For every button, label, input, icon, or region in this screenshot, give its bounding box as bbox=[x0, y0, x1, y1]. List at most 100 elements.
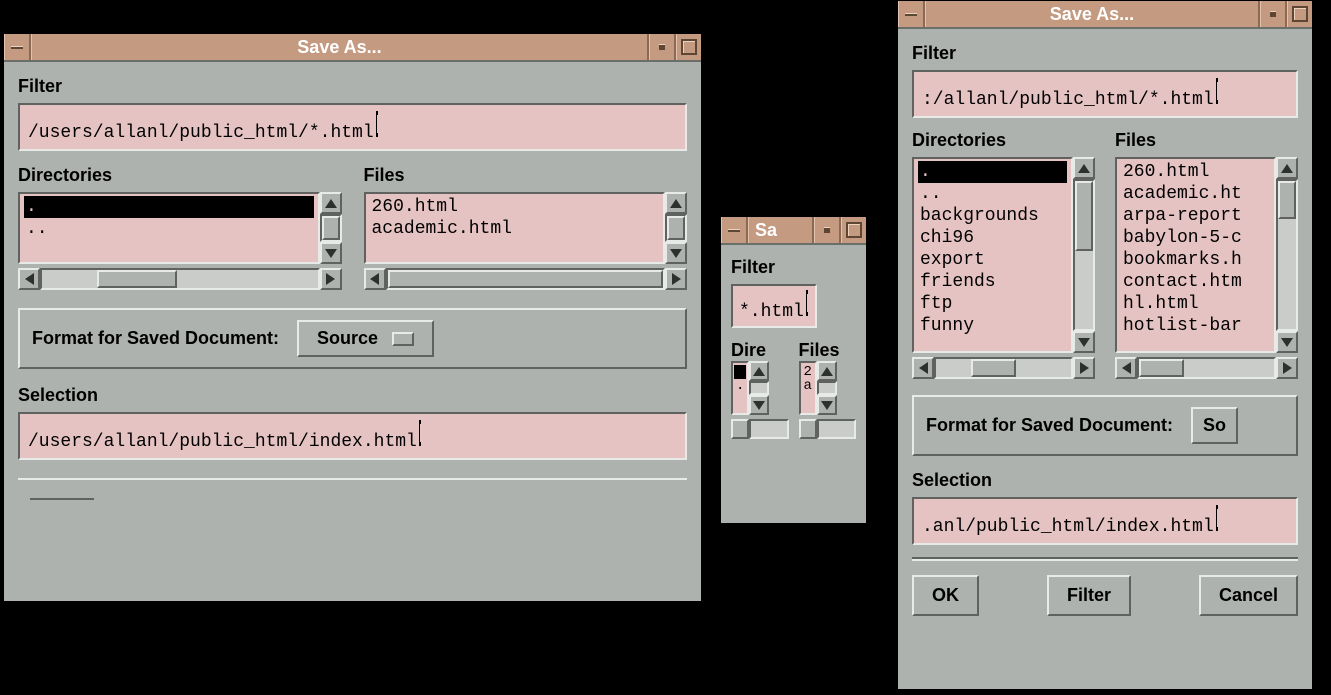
titlebar[interactable]: Save As... bbox=[4, 34, 701, 62]
selection-input[interactable]: /users/allanl/public_html/index.html bbox=[18, 412, 687, 460]
list-item[interactable]: contact.htm bbox=[1121, 271, 1270, 293]
scroll-up-icon[interactable] bbox=[320, 192, 342, 214]
scroll-down-icon[interactable] bbox=[320, 242, 342, 264]
directories-vscroll[interactable] bbox=[1073, 157, 1095, 353]
window-title: Save As... bbox=[925, 1, 1260, 27]
files-label: Files bbox=[1115, 130, 1298, 151]
save-as-dialog-large: Save As... Filter /users/allanl/public_h… bbox=[3, 33, 702, 602]
format-dropdown[interactable]: Source bbox=[297, 320, 434, 357]
scroll-up-icon[interactable] bbox=[1073, 157, 1095, 179]
files-hscroll[interactable] bbox=[364, 268, 688, 290]
format-panel: Format for Saved Document: So bbox=[912, 395, 1298, 456]
files-vscroll[interactable] bbox=[817, 361, 837, 415]
scroll-right-icon[interactable] bbox=[1073, 357, 1095, 379]
list-item[interactable]: funny bbox=[918, 315, 1067, 337]
maximize-icon[interactable] bbox=[676, 34, 701, 60]
directories-hscroll[interactable] bbox=[18, 268, 342, 290]
files-vscroll[interactable] bbox=[1276, 157, 1298, 353]
filter-input[interactable]: *.html bbox=[731, 284, 817, 328]
files-hscroll[interactable] bbox=[799, 419, 857, 439]
window-title: Sa bbox=[748, 217, 814, 243]
window-menu-icon[interactable] bbox=[721, 217, 748, 243]
list-item[interactable]: academic.html bbox=[370, 218, 660, 240]
filter-button[interactable]: Filter bbox=[1047, 575, 1131, 616]
dialog-footer bbox=[18, 478, 687, 508]
list-item[interactable]: . bbox=[24, 196, 314, 218]
maximize-icon[interactable] bbox=[1287, 1, 1312, 27]
list-item[interactable]: 260.html bbox=[1121, 161, 1270, 183]
list-item[interactable]: chi96 bbox=[918, 227, 1067, 249]
scroll-left-icon[interactable] bbox=[799, 419, 817, 439]
scroll-right-icon[interactable] bbox=[665, 268, 687, 290]
scroll-left-icon[interactable] bbox=[18, 268, 40, 290]
files-list[interactable]: 260.htmlacademic.html bbox=[364, 192, 666, 264]
list-item[interactable]: hl.html bbox=[1121, 293, 1270, 315]
scroll-down-icon[interactable] bbox=[1276, 331, 1298, 353]
files-label: Files bbox=[799, 340, 857, 361]
scroll-up-icon[interactable] bbox=[1276, 157, 1298, 179]
list-item[interactable]: babylon-5-c bbox=[1121, 227, 1270, 249]
directories-hscroll[interactable] bbox=[912, 357, 1095, 379]
filter-label: Filter bbox=[912, 43, 1298, 64]
save-as-dialog-tall: Save As... Filter :/allanl/public_html/*… bbox=[897, 0, 1313, 690]
selection-label: Selection bbox=[18, 385, 687, 406]
scroll-down-icon[interactable] bbox=[749, 395, 769, 415]
files-list[interactable]: 260.htmlacademic.htarpa-reportbabylon-5-… bbox=[1115, 157, 1276, 353]
scroll-up-icon[interactable] bbox=[665, 192, 687, 214]
format-dropdown[interactable]: So bbox=[1191, 407, 1238, 444]
directories-list[interactable]: . bbox=[731, 361, 749, 415]
directories-label: Directories bbox=[18, 165, 342, 186]
scroll-right-icon[interactable] bbox=[1276, 357, 1298, 379]
directories-vscroll[interactable] bbox=[749, 361, 769, 415]
list-item[interactable]: backgrounds bbox=[918, 205, 1067, 227]
format-value: So bbox=[1203, 415, 1226, 436]
scroll-up-icon[interactable] bbox=[749, 361, 769, 381]
format-label: Format for Saved Document: bbox=[926, 415, 1173, 436]
titlebar[interactable]: Sa bbox=[721, 217, 866, 245]
list-item[interactable]: .. bbox=[918, 183, 1067, 205]
maximize-icon[interactable] bbox=[841, 217, 866, 243]
minimize-icon[interactable] bbox=[814, 217, 841, 243]
scroll-left-icon[interactable] bbox=[364, 268, 386, 290]
save-as-dialog-tiny: Sa Filter *.html Dire . bbox=[720, 216, 867, 524]
titlebar[interactable]: Save As... bbox=[898, 1, 1312, 29]
minimize-icon[interactable] bbox=[649, 34, 676, 60]
minimize-icon[interactable] bbox=[1260, 1, 1287, 27]
list-item[interactable]: bookmarks.h bbox=[1121, 249, 1270, 271]
list-item[interactable]: ftp bbox=[918, 293, 1067, 315]
window-menu-icon[interactable] bbox=[4, 34, 31, 60]
list-item[interactable]: arpa-report bbox=[1121, 205, 1270, 227]
directories-hscroll[interactable] bbox=[731, 419, 789, 439]
list-item[interactable]: academic.ht bbox=[1121, 183, 1270, 205]
format-value: Source bbox=[317, 328, 378, 349]
scroll-up-icon[interactable] bbox=[817, 361, 837, 381]
filter-input[interactable]: :/allanl/public_html/*.html bbox=[912, 70, 1298, 118]
directories-vscroll[interactable] bbox=[320, 192, 342, 264]
filter-input[interactable]: /users/allanl/public_html/*.html bbox=[18, 103, 687, 151]
format-panel: Format for Saved Document: Source bbox=[18, 308, 687, 369]
list-item[interactable]: 260.html bbox=[370, 196, 660, 218]
cancel-button[interactable]: Cancel bbox=[1199, 575, 1298, 616]
scroll-right-icon[interactable] bbox=[320, 268, 342, 290]
files-hscroll[interactable] bbox=[1115, 357, 1298, 379]
selection-input[interactable]: .anl/public_html/index.html bbox=[912, 497, 1298, 545]
scroll-down-icon[interactable] bbox=[665, 242, 687, 264]
files-list[interactable]: 2 a bbox=[799, 361, 817, 415]
scroll-left-icon[interactable] bbox=[1115, 357, 1137, 379]
window-menu-icon[interactable] bbox=[898, 1, 925, 27]
list-item[interactable]: .. bbox=[24, 218, 314, 240]
list-item[interactable]: friends bbox=[918, 271, 1067, 293]
files-vscroll[interactable] bbox=[665, 192, 687, 264]
list-item[interactable]: . bbox=[918, 161, 1067, 183]
directories-list[interactable]: ... bbox=[18, 192, 320, 264]
option-menu-icon bbox=[392, 332, 414, 346]
list-item[interactable]: export bbox=[918, 249, 1067, 271]
scroll-down-icon[interactable] bbox=[817, 395, 837, 415]
list-item[interactable]: hotlist-bar bbox=[1121, 315, 1270, 337]
filter-label: Filter bbox=[731, 257, 856, 278]
directories-list[interactable]: ...backgroundschi96exportfriendsftpfunny bbox=[912, 157, 1073, 353]
scroll-down-icon[interactable] bbox=[1073, 331, 1095, 353]
scroll-left-icon[interactable] bbox=[912, 357, 934, 379]
ok-button[interactable]: OK bbox=[912, 575, 979, 616]
scroll-left-icon[interactable] bbox=[731, 419, 749, 439]
